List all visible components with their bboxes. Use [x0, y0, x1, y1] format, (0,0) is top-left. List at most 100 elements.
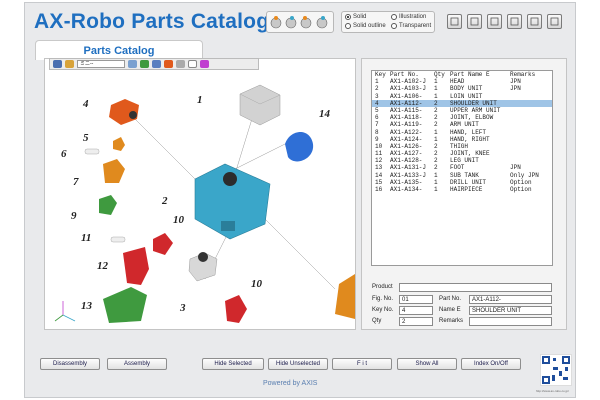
leg-unit-part[interactable] — [123, 247, 149, 285]
table-row[interactable]: 14 AX1-A133-J 1 SUB TANK Only JPN — [372, 172, 552, 179]
table-cell: 1 — [434, 92, 438, 100]
table-cell: 1 — [434, 186, 438, 193]
qty-field[interactable]: 2 — [399, 317, 433, 326]
part-no-field[interactable]: AX1-A112- — [469, 295, 552, 304]
marker-icon[interactable] — [200, 60, 209, 68]
table-cell: 5 — [375, 106, 379, 114]
table-cell: AX1-A112- — [390, 99, 423, 107]
thigh-part[interactable] — [153, 233, 173, 255]
knee-joint-part[interactable] — [110, 236, 126, 243]
table-row[interactable]: 1 AX1-A102-J 1 HEAD JPN — [372, 78, 552, 85]
table-row[interactable]: 8 AX1-A122- 1 HAND, LEFT — [372, 129, 552, 136]
head-part[interactable] — [239, 84, 281, 126]
table-cell: AX1-A128- — [390, 157, 423, 165]
hide-selected-button[interactable]: Hide Selected — [202, 358, 264, 370]
fit-button[interactable]: F i t — [332, 358, 392, 370]
table-row[interactable]: 5 AX1-A115- 2 UPPER ARM UNIT — [372, 107, 552, 114]
remarks-field[interactable] — [469, 317, 552, 326]
radio-indicator — [345, 14, 351, 20]
arm-unit-part[interactable] — [103, 159, 125, 183]
thigh-part[interactable] — [225, 295, 247, 323]
view-back-button[interactable] — [467, 14, 482, 29]
color-icon[interactable] — [164, 60, 173, 68]
move-icon[interactable] — [53, 60, 62, 68]
table-cell: 15 — [375, 178, 383, 186]
radio-illustration[interactable]: Illustration — [391, 14, 426, 20]
parts-list[interactable]: Key Part No. Qty Part Name E Remarks 1 AX… — [371, 70, 553, 266]
table-row[interactable]: 6 AX1-A118- 2 JOINT, ELBOW — [372, 114, 552, 121]
radio-label: Solid — [353, 14, 367, 20]
table-row[interactable]: 2 AX1-A103-J 1 BODY UNIT JPN — [372, 85, 552, 92]
robot-view-icon[interactable] — [285, 16, 297, 29]
foot-part[interactable] — [103, 287, 147, 323]
table-cell: LOIN UNIT — [450, 92, 483, 100]
table-row[interactable]: 15 AX1-A135- 1 DRILL UNIT Option — [372, 179, 552, 186]
app-title: AX-Robo Parts Catalog — [34, 10, 270, 33]
settings-icon[interactable] — [176, 60, 185, 68]
show-all-button[interactable]: Show All — [397, 358, 457, 370]
table-row[interactable]: 12 AX1-A128- 2 LEG UNIT — [372, 157, 552, 164]
tab-parts-catalog[interactable]: Parts Catalog — [35, 40, 203, 60]
table-cell: 2 — [434, 157, 438, 165]
explode-icon[interactable] — [128, 60, 137, 68]
upper-arm-part[interactable] — [113, 137, 125, 151]
view-right-button[interactable] — [507, 14, 522, 29]
name-e-field[interactable]: SHOULDER UNIT — [469, 306, 552, 315]
table-cell: AX1-A102-J — [390, 78, 427, 86]
shoulder-unit-part[interactable] — [109, 99, 139, 125]
robot-view-icon[interactable] — [300, 16, 312, 29]
body-unit-part[interactable] — [194, 163, 271, 240]
table-cell: 1 — [434, 178, 438, 186]
table-cell: UPPER ARM UNIT — [450, 106, 501, 114]
product-field[interactable] — [399, 283, 552, 292]
robot-view-icon[interactable] — [270, 16, 282, 29]
robot-view-icon[interactable] — [316, 16, 328, 29]
key-no-field[interactable]: 4 — [399, 306, 433, 315]
radio-solid-outline[interactable]: Solid outline — [345, 23, 386, 29]
table-row[interactable]: 4 AX1-A112- 2 SHOULDER UNIT — [372, 99, 552, 107]
table-row[interactable]: 3 AX1-A106- 1 LOIN UNIT — [372, 93, 552, 100]
view-front-button[interactable] — [447, 14, 462, 29]
app-window: AX-Robo Parts Catalog Solid Solid outlin… — [0, 0, 600, 400]
callout-label: 1 — [197, 94, 203, 106]
home-icon[interactable] — [65, 60, 74, 68]
table-cell: 2 — [434, 106, 438, 114]
table-cell: 13 — [375, 164, 383, 172]
blank-icon[interactable] — [188, 60, 197, 68]
view-iso-button[interactable] — [547, 14, 562, 29]
table-row[interactable]: 11 AX1-A127- 2 JOINT, KNEE — [372, 150, 552, 157]
callout-label: 6 — [61, 148, 67, 160]
radio-transparent[interactable]: Transparent — [391, 23, 431, 29]
shade-icon[interactable] — [152, 60, 161, 68]
disassembly-button[interactable]: Disassembly — [40, 358, 100, 370]
callout-label: 10 — [173, 214, 185, 226]
render-icon[interactable] — [140, 60, 149, 68]
table-row[interactable]: 16 AX1-A134- 1 HAIRPIECE Option — [372, 186, 552, 193]
table-row[interactable]: 13 AX1-A131-J 2 FOOT JPN — [372, 164, 552, 171]
table-row[interactable]: 7 AX1-A119- 2 ARM UNIT — [372, 121, 552, 128]
part-no-label: Part No. — [439, 296, 462, 302]
table-cell: 1 — [434, 78, 438, 86]
exploded-view-canvas[interactable]: 1 2 3 4 5 6 7 9 10 11 12 13 14 10 — [44, 58, 356, 330]
loin-unit-part[interactable] — [188, 252, 218, 282]
table-cell: AX1-A115- — [390, 106, 423, 114]
hand-part[interactable] — [99, 195, 117, 215]
subtank-part[interactable] — [285, 131, 314, 162]
product-label: Product — [372, 284, 393, 290]
table-row[interactable]: 10 AX1-A126- 2 THIGH — [372, 143, 552, 150]
fig-no-field[interactable]: 01 — [399, 295, 433, 304]
table-cell: 2 — [434, 150, 438, 158]
hide-unselected-button[interactable]: Hide Unselected — [268, 358, 328, 370]
zoom-select[interactable]: ミニ-- — [77, 60, 125, 68]
table-row[interactable]: 9 AX1-A124- 1 HAND, RIGHT — [372, 136, 552, 143]
elbow-joint-part[interactable] — [84, 148, 100, 155]
view-top-button[interactable] — [527, 14, 542, 29]
table-cell: 10 — [375, 142, 383, 150]
drill-unit-part[interactable] — [335, 274, 355, 319]
index-toggle-button[interactable]: Index On/Off — [461, 358, 521, 370]
callout-label: 11 — [81, 232, 91, 244]
radio-solid[interactable]: Solid — [345, 14, 366, 20]
table-cell: 1 — [434, 135, 438, 143]
view-left-button[interactable] — [487, 14, 502, 29]
assembly-button[interactable]: Assembly — [107, 358, 167, 370]
